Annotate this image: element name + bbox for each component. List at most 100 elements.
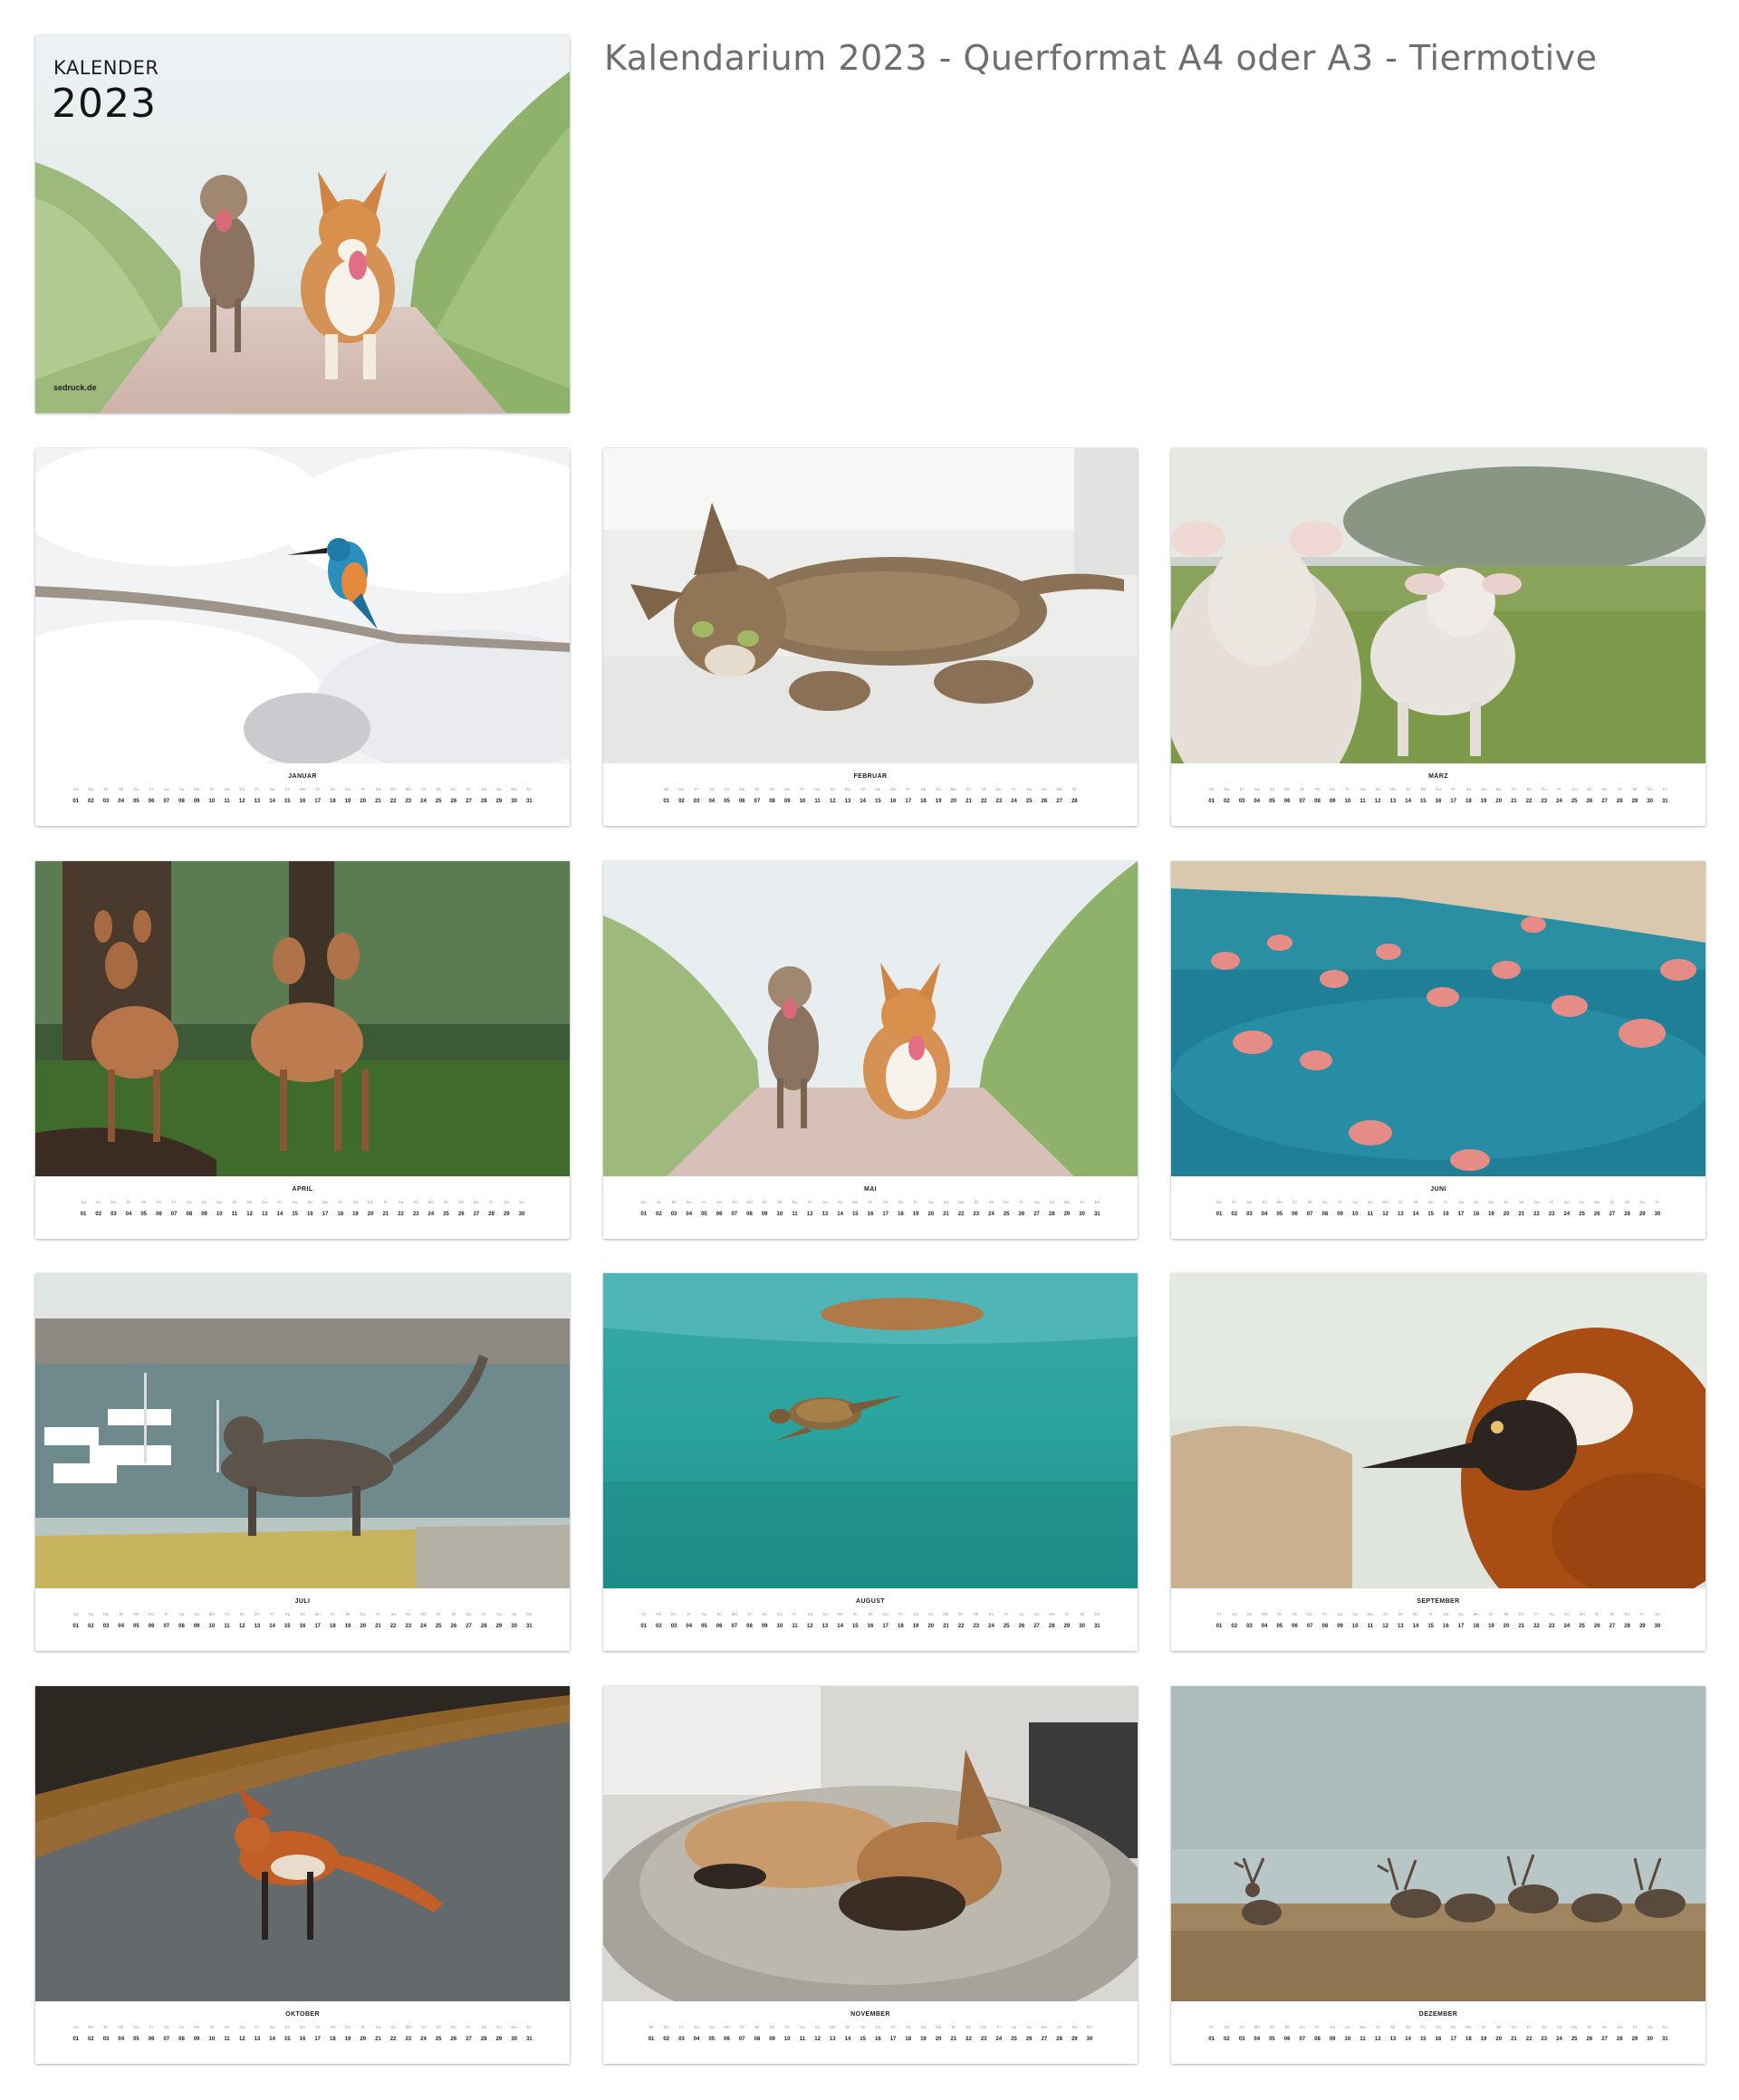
day-cell: Mo 27 bbox=[1052, 786, 1067, 805]
weekday-label: So bbox=[822, 1612, 828, 1616]
month-calendar: NOVEMBER Mi 01 Do 02 Fr 03 Sa 04 So 05 Mo 06 Di 07 Mi 0… bbox=[603, 2001, 1138, 2064]
weekday-label: Sa bbox=[398, 1200, 404, 1204]
weekday-label: So bbox=[178, 787, 185, 791]
weekday-label: Fr bbox=[1315, 2025, 1320, 2029]
day-cell: Di 18 bbox=[332, 1199, 348, 1218]
day-number: 12 bbox=[814, 2037, 821, 2042]
day-number: 03 bbox=[102, 1624, 110, 1629]
weekday-label: So bbox=[496, 2025, 502, 2029]
weekday-label: Di bbox=[1512, 787, 1516, 791]
day-cell: Do 09 bbox=[1325, 786, 1340, 805]
day-cell: Do 05 bbox=[129, 2024, 144, 2043]
day-cell: Do 07 bbox=[1302, 1611, 1318, 1630]
weekday-label: Mi bbox=[1504, 1612, 1509, 1616]
day-number: 16 bbox=[1435, 799, 1442, 804]
day-cell: Do 06 bbox=[144, 1611, 159, 1630]
day-number: 12 bbox=[238, 799, 245, 804]
weekday-label: Do bbox=[769, 2025, 775, 2029]
weekday-label: Sa bbox=[920, 787, 927, 791]
day-number: 20 bbox=[950, 799, 957, 804]
day-number: 11 bbox=[224, 799, 230, 804]
day-number: 24 bbox=[428, 1212, 435, 1217]
day-number: 09 bbox=[761, 1624, 768, 1629]
day-cell: Di 24 bbox=[416, 786, 431, 805]
day-number: 26 bbox=[1586, 2037, 1593, 2042]
day-cell: Fr 24 bbox=[1552, 786, 1567, 805]
weekday-label: Mi bbox=[1071, 2025, 1077, 2029]
day-cell: Fr 03 bbox=[1235, 786, 1250, 805]
day-number: 02 bbox=[1224, 2037, 1230, 2042]
day-cell: Di 19 bbox=[1484, 1611, 1499, 1630]
day-number: 11 bbox=[792, 1624, 798, 1629]
weekday-label: Fr bbox=[482, 1612, 486, 1616]
month-card-august[interactable]: AUGUST Di 01 Mi 02 Do 03 Fr 04 Sa 05 So 06 Mo 07 Di 08 M… bbox=[603, 1273, 1138, 1651]
day-cell: Di 31 bbox=[522, 786, 537, 805]
month-card-mai[interactable]: MAI Mo 01 Di 02 Mi 03 Do 04 Fr 05 Sa 06 So 07 Mo 08 Di 09… bbox=[603, 861, 1138, 1239]
day-number: 13 bbox=[821, 1212, 829, 1217]
day-number: 19 bbox=[912, 1624, 919, 1629]
day-cell: Mo 12 bbox=[1378, 1199, 1393, 1218]
day-number: 22 bbox=[966, 2037, 972, 2042]
day-number: 12 bbox=[246, 1212, 253, 1217]
weekday-label: So bbox=[1239, 2025, 1244, 2029]
day-cell: Do 27 bbox=[469, 1199, 485, 1218]
day-number: 28 bbox=[1616, 799, 1623, 804]
day-number: 21 bbox=[943, 1624, 949, 1629]
month-card-februar[interactable]: FEBRUAR Mi 01 Do 02 Fr 03 Sa 04 So 05 Mo 06 Di 07 Mi 08… bbox=[603, 448, 1138, 826]
month-card-maerz[interactable]: MÄRZ Mi 01 Do 02 Fr 03 Sa 04 So 05 Mo 06 Di 07 Mi 08 Do 0… bbox=[1171, 448, 1705, 826]
day-cell: Do 16 bbox=[1431, 786, 1446, 805]
day-number: 10 bbox=[799, 799, 806, 804]
month-card-juni[interactable]: JUNI Do 01 Fr 02 Sa 03 So 04 Mo 05 Di 06 Mi 07 Do 08 Fr 0… bbox=[1171, 861, 1705, 1239]
day-cell: Di 21 bbox=[946, 2024, 961, 2043]
month-name: MAI bbox=[863, 1186, 878, 1193]
day-cell: Sa 18 bbox=[1461, 786, 1476, 805]
day-number: 02 bbox=[656, 1624, 662, 1629]
day-cell: Do 09 bbox=[780, 786, 795, 805]
day-cell: Fr 15 bbox=[1416, 2024, 1431, 2043]
day-number: 22 bbox=[389, 1624, 397, 1629]
weekday-label: Do bbox=[133, 2025, 139, 2029]
day-cell: Fr 27 bbox=[461, 786, 476, 805]
weekday-label: Sa bbox=[822, 1200, 828, 1204]
weekday-label: Do bbox=[686, 1200, 692, 1204]
weekday-label: So bbox=[1375, 787, 1381, 791]
day-number: 26 bbox=[1593, 1212, 1600, 1217]
month-card-september[interactable]: SEPTEMBER Fr 01 Sa 02 So 03 Mo 04 Di 05 Mi 06 Do 07 Fr… bbox=[1171, 1273, 1705, 1651]
month-card-juli[interactable]: JULI Sa 01 So 02 Mo 03 Di 04 Mi 05 Do 06 Fr 07 Sa 08 So 0… bbox=[35, 1273, 570, 1651]
weekday-label: Sa bbox=[72, 1612, 79, 1616]
month-card-dezember[interactable]: DEZEMBER Fr 01 Sa 02 So 03 Mo 04 Di 05 Mi 06 Do 07 Fr 0… bbox=[1171, 1686, 1705, 2064]
day-number: 12 bbox=[1374, 2037, 1381, 2042]
month-name: AUGUST bbox=[856, 1598, 885, 1605]
day-cell: Mo 31 bbox=[522, 1611, 537, 1630]
day-cell: So 23 bbox=[400, 1611, 416, 1630]
weekday-label: Fr bbox=[793, 1612, 797, 1616]
day-cell: Sa 30 bbox=[1650, 1611, 1666, 1630]
weekday-label: Mo bbox=[420, 1612, 427, 1616]
weekday-label: Mi bbox=[436, 2025, 441, 2029]
day-number: 18 bbox=[1465, 2037, 1472, 2042]
weekday-label: Sa bbox=[1033, 1200, 1040, 1204]
day-cell: So 09 bbox=[197, 1199, 212, 1218]
month-card-januar[interactable]: JANUAR So 01 Mo 02 Di 03 Mi 04 Do 05 Fr 06 Sa 07 So 08 M… bbox=[35, 448, 570, 826]
weekday-label: So bbox=[1352, 1612, 1359, 1616]
day-cell: Sa 29 bbox=[492, 1611, 507, 1630]
weekday-label: Mo bbox=[526, 1612, 533, 1616]
month-card-april[interactable]: APRIL Sa 01 So 02 Mo 03 Di 04 Mi 05 Do 06 Fr 07 Sa 08 So… bbox=[35, 861, 570, 1239]
day-cell: Fr 07 bbox=[167, 1199, 182, 1218]
day-number: 08 bbox=[754, 2037, 761, 2042]
weekday-label: Do bbox=[1427, 1200, 1434, 1204]
month-card-november[interactable]: NOVEMBER Mi 01 Do 02 Fr 03 Sa 04 So 05 Mo 06 Di 07 Mi 0… bbox=[603, 1686, 1138, 2064]
day-cell: Do 19 bbox=[341, 2024, 356, 2043]
day-cell: Sa 06 bbox=[712, 1199, 727, 1218]
weekday-label: Mi bbox=[436, 787, 441, 791]
day-cell: Fr 28 bbox=[484, 1199, 499, 1218]
weekday-label: So bbox=[511, 1612, 517, 1616]
weekday-label: Do bbox=[1004, 1200, 1010, 1204]
weekday-label: Fr bbox=[1338, 1200, 1342, 1204]
day-cell: Sa 12 bbox=[802, 1611, 818, 1630]
calendar-cover[interactable]: KALENDER 2023 sedruck.de bbox=[35, 35, 570, 413]
day-number: 06 bbox=[148, 1624, 155, 1629]
day-cell: Do 18 bbox=[893, 1199, 908, 1218]
month-card-oktober[interactable]: OKTOBER So 01 Mo 02 Di 03 Mi 04 Do 05 Fr 06 Sa 07 So 08… bbox=[35, 1686, 570, 2064]
day-number: 22 bbox=[980, 799, 987, 804]
